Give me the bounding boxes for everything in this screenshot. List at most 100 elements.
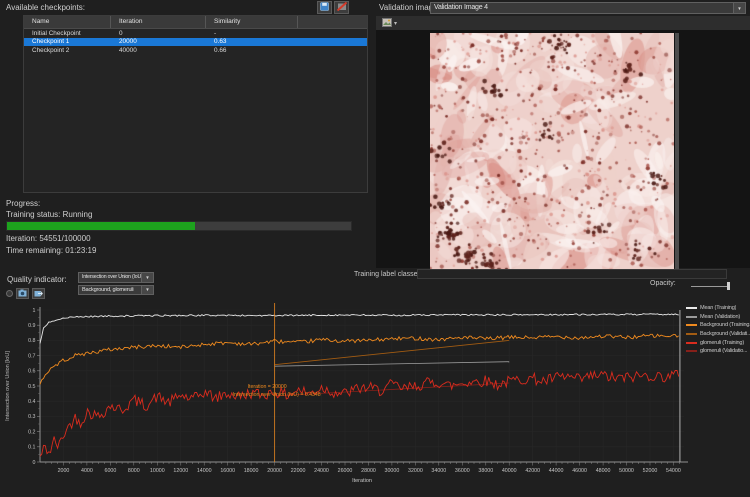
image-menu-button[interactable]: ▾ bbox=[382, 18, 397, 29]
x-axis-title: Iteration bbox=[352, 478, 372, 484]
x-tick-label: 24000 bbox=[314, 468, 329, 474]
save-checkpoint-button[interactable] bbox=[317, 1, 332, 14]
legend-label: Mean (Validation) bbox=[700, 314, 740, 320]
table-row[interactable]: Checkpoint 2400000.66 bbox=[24, 46, 367, 55]
x-tick-label: 2000 bbox=[58, 468, 70, 474]
red-slash-delete-icon bbox=[337, 2, 347, 13]
x-tick-label: 8000 bbox=[128, 468, 140, 474]
y-tick-label: 0.2 bbox=[28, 429, 35, 435]
x-tick-label: 4000 bbox=[81, 468, 93, 474]
x-tick-label: 38000 bbox=[478, 468, 493, 474]
x-tick-label: 26000 bbox=[338, 468, 353, 474]
y-axis-title: Intersection over Union [IoU] bbox=[5, 351, 11, 421]
progress-label: Progress: bbox=[6, 199, 40, 208]
export-chart-button[interactable] bbox=[32, 288, 45, 299]
legend-label: Mean (Training) bbox=[700, 305, 736, 311]
series-line bbox=[40, 334, 679, 384]
export-arrow-icon bbox=[34, 289, 43, 299]
table-cell: - bbox=[206, 30, 298, 37]
quality-classes-select[interactable]: Background, glomeruli ▼ bbox=[78, 285, 154, 296]
training-label-classes-label: Training label classes: bbox=[354, 271, 423, 278]
y-tick-label: 0 bbox=[33, 460, 36, 466]
legend-swatch bbox=[686, 324, 697, 326]
y-tick-label: 0.4 bbox=[28, 399, 35, 405]
legend-label: glomeruli (Validatio... bbox=[700, 348, 747, 354]
status-dot bbox=[6, 290, 13, 297]
chevron-down-icon: ▼ bbox=[733, 3, 745, 13]
x-tick-label: 36000 bbox=[455, 468, 470, 474]
iteration-text: Iteration: 54551/100000 bbox=[6, 234, 91, 243]
progress-bar bbox=[6, 221, 352, 231]
opacity-slider-handle[interactable] bbox=[727, 282, 730, 290]
x-tick-label: 22000 bbox=[291, 468, 306, 474]
validation-image-select[interactable]: Validation Image 4 ▼ bbox=[430, 2, 746, 14]
validation-image-selected: Validation Image 4 bbox=[431, 3, 733, 13]
x-tick-label: 42000 bbox=[525, 468, 540, 474]
x-tick-label: 16000 bbox=[220, 468, 235, 474]
checkpoints-table[interactable]: NameIterationSimilarity Initial Checkpoi… bbox=[23, 15, 368, 193]
floppy-disk-icon bbox=[320, 2, 329, 13]
training-label-classes-field[interactable] bbox=[417, 269, 727, 279]
column-header[interactable] bbox=[298, 16, 367, 28]
column-header[interactable]: Name bbox=[24, 16, 111, 28]
table-row[interactable]: Initial Checkpoint0- bbox=[24, 29, 367, 38]
table-cell: Checkpoint 2 bbox=[24, 47, 111, 54]
annotation-line-2: Intersection over Union (IoU) = 0.4348 bbox=[233, 392, 321, 398]
x-tick-label: 52000 bbox=[643, 468, 658, 474]
table-cell: Initial Checkpoint bbox=[24, 30, 111, 37]
legend-label: glomeruli (Training) bbox=[700, 340, 744, 346]
snapshot-button[interactable] bbox=[16, 288, 29, 299]
series-line bbox=[40, 314, 679, 344]
x-tick-label: 28000 bbox=[361, 468, 376, 474]
checkpoints-label: Available checkpoints: bbox=[6, 3, 85, 12]
table-cell: 0.66 bbox=[206, 47, 298, 54]
x-tick-label: 6000 bbox=[105, 468, 117, 474]
x-tick-label: 50000 bbox=[619, 468, 634, 474]
quality-chart[interactable]: 2000400060008000100001200014000160001800… bbox=[0, 300, 750, 497]
legend-swatch bbox=[686, 333, 697, 335]
chart-legend: Mean (Training) Mean (Validation) Backgrou… bbox=[686, 304, 750, 356]
table-row[interactable]: Checkpoint 1200000.63 bbox=[24, 38, 367, 47]
y-tick-label: 0.1 bbox=[28, 445, 35, 451]
table-cell: 40000 bbox=[111, 47, 206, 54]
legend-label: Background (Training... bbox=[700, 322, 750, 328]
viewer-toolbar bbox=[376, 16, 750, 30]
legend-item: Mean (Training) bbox=[686, 304, 750, 313]
legend-swatch bbox=[686, 342, 697, 344]
legend-item: Background (Training... bbox=[686, 321, 750, 330]
x-tick-label: 10000 bbox=[150, 468, 165, 474]
table-header: NameIterationSimilarity bbox=[24, 16, 367, 29]
column-header[interactable]: Iteration bbox=[111, 16, 206, 28]
opacity-label: Opacity: bbox=[650, 280, 676, 287]
validation-histology-image[interactable] bbox=[430, 33, 674, 269]
x-tick-label: 40000 bbox=[502, 468, 517, 474]
x-tick-label: 32000 bbox=[408, 468, 423, 474]
y-tick-label: 0.6 bbox=[28, 369, 35, 375]
legend-label: Background (Validati... bbox=[700, 331, 750, 337]
y-tick-label: 1 bbox=[33, 308, 36, 314]
x-tick-label: 44000 bbox=[549, 468, 564, 474]
image-scrollbar[interactable] bbox=[675, 33, 679, 269]
y-tick-label: 0.5 bbox=[28, 384, 35, 390]
chevron-down-icon: ▼ bbox=[141, 273, 153, 282]
quality-classes-selected: Background, glomeruli bbox=[79, 286, 141, 295]
column-header[interactable]: Similarity bbox=[206, 16, 298, 28]
time-remaining-text: Time remaining: 01:23:19 bbox=[6, 246, 96, 255]
quality-indicator-label: Quality indicator: bbox=[7, 275, 67, 284]
y-tick-label: 0.7 bbox=[28, 353, 35, 359]
x-tick-label: 20000 bbox=[267, 468, 282, 474]
caret-down-icon: ▾ bbox=[394, 20, 397, 27]
y-tick-label: 0.9 bbox=[28, 323, 35, 329]
x-tick-label: 30000 bbox=[385, 468, 400, 474]
quality-metric-select[interactable]: Intersection over Union (IoU) ▼ bbox=[78, 272, 154, 283]
training-window: Available checkpoints: NameIterationSimi… bbox=[0, 0, 750, 497]
table-cell: 0.63 bbox=[206, 38, 298, 45]
delete-checkpoint-button[interactable] bbox=[334, 1, 349, 14]
table-cell: 0 bbox=[111, 30, 206, 37]
legend-item: glomeruli (Training) bbox=[686, 338, 750, 347]
y-tick-label: 0.8 bbox=[28, 338, 35, 344]
opacity-slider-track[interactable] bbox=[691, 286, 729, 287]
table-cell: Checkpoint 1 bbox=[24, 38, 111, 45]
legend-item: Background (Validati... bbox=[686, 330, 750, 339]
legend-swatch bbox=[686, 307, 697, 309]
